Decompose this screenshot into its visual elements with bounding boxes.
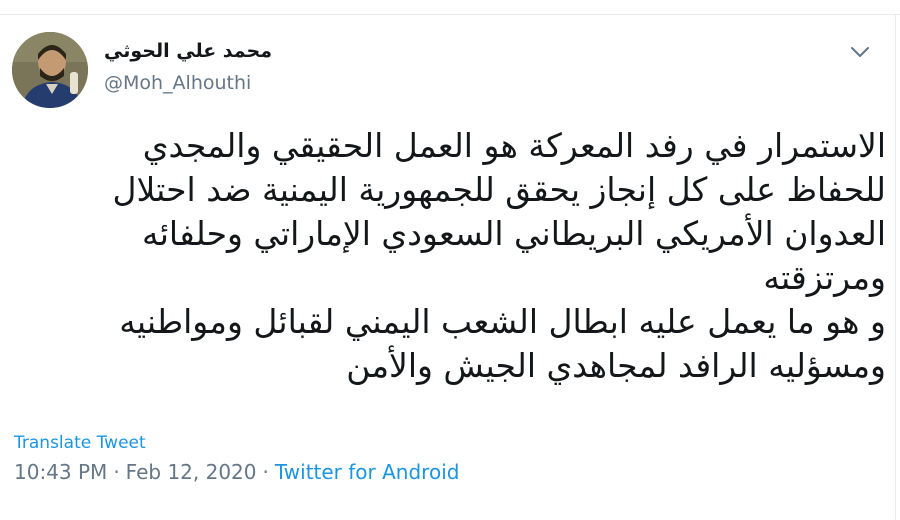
tweet-card: محمد علي الحوثي @Moh_Alhouthi الاستمرار … (0, 0, 900, 520)
tweet-text-line: ومسؤليه الرافد لمجاهدي الجيش والأمن (346, 346, 886, 385)
chevron-down-icon (851, 47, 869, 57)
tweet-text-line: للحفاظ على كل إنجاز يحقق للجمهورية اليمن… (112, 170, 886, 209)
tweet-menu-button[interactable] (846, 40, 874, 64)
tweet-text-line: و هو ما يعمل عليه ابطال الشعب اليمني لقب… (119, 302, 886, 341)
tweet-date[interactable]: Feb 12, 2020 (126, 460, 257, 484)
tweet-text: الاستمرار في رفد المعركة هو العمل الحقيق… (90, 124, 886, 388)
top-divider (0, 14, 900, 15)
avatar[interactable] (12, 32, 88, 108)
translate-tweet-link[interactable]: Translate Tweet (14, 433, 146, 453)
tweet-text-line: ومرتزقته (763, 258, 886, 297)
tweet-time[interactable]: 10:43 PM (14, 460, 107, 484)
avatar-image (12, 32, 88, 108)
meta-separator: · (113, 460, 120, 484)
right-divider (895, 14, 896, 520)
author-display-name[interactable]: محمد علي الحوثي (104, 40, 272, 62)
tweet-text-line: الاستمرار في رفد المعركة هو العمل الحقيق… (142, 126, 886, 165)
author-handle[interactable]: @Moh_Alhouthi (104, 72, 251, 94)
tweet-text-line: العدوان الأمريكي البريطاني السعودي الإما… (142, 214, 886, 253)
tweet-meta: 10:43 PM · Feb 12, 2020 · Twitter for Androi… (14, 460, 459, 484)
meta-separator: · (262, 460, 269, 484)
tweet-source-link[interactable]: Twitter for Android (275, 460, 460, 484)
